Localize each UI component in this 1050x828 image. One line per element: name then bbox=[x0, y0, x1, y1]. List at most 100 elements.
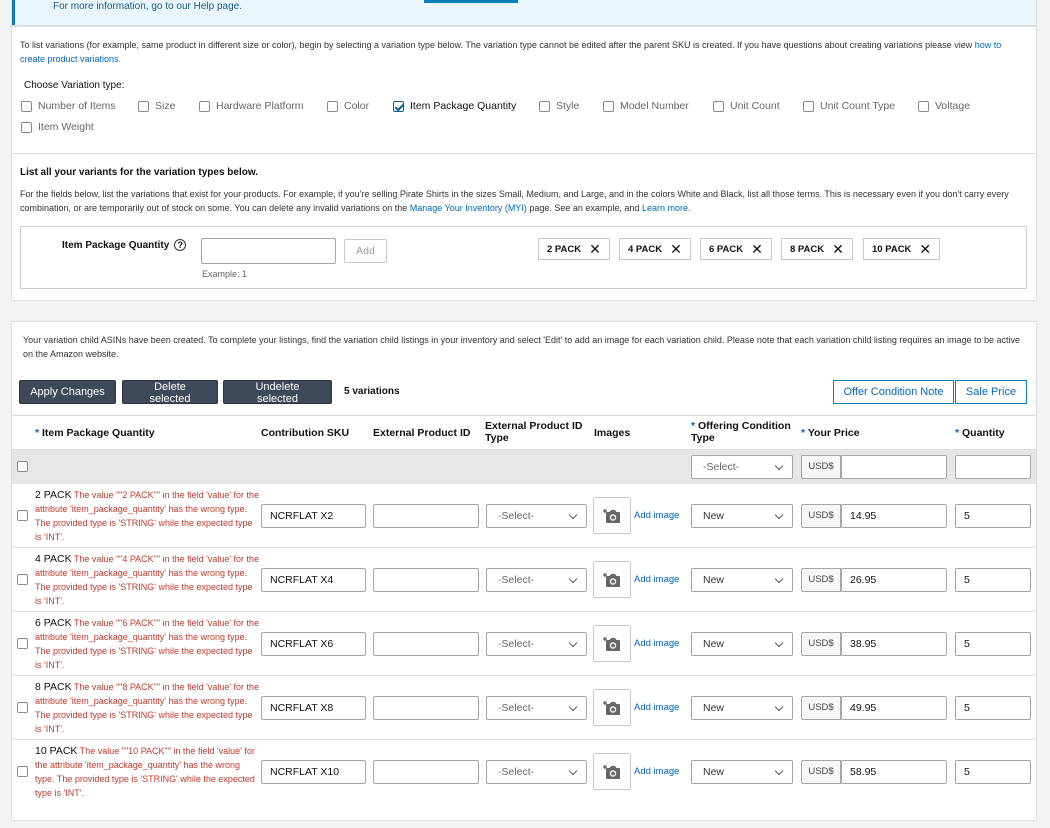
sku-input[interactable]: NCRFLAT X4 bbox=[261, 568, 366, 592]
delete-selected-button[interactable]: Delete selected bbox=[122, 380, 218, 405]
quantity-input[interactable]: 5 bbox=[955, 760, 1031, 784]
variation-type-style[interactable]: Style bbox=[539, 100, 579, 112]
external-id-type-select[interactable]: -Select- bbox=[486, 760, 587, 784]
price-input[interactable]: 58.95 bbox=[841, 760, 947, 784]
variation-type-voltage[interactable]: Voltage bbox=[918, 100, 970, 112]
checkbox[interactable] bbox=[199, 100, 210, 112]
condition-select[interactable]: New bbox=[691, 632, 793, 656]
manage-inventory-link[interactable]: Manage Your Inventory (MYI) bbox=[410, 203, 527, 213]
quantity-input[interactable]: 5 bbox=[955, 696, 1031, 720]
bulk-condition-select[interactable]: -Select- bbox=[691, 455, 793, 479]
checkbox[interactable] bbox=[21, 121, 32, 133]
remove-icon[interactable]: ✕ bbox=[589, 242, 601, 256]
price-input[interactable]: 38.95 bbox=[841, 632, 947, 656]
checkbox[interactable] bbox=[803, 100, 814, 112]
select-all-checkbox[interactable] bbox=[17, 461, 28, 472]
checkbox[interactable] bbox=[918, 100, 929, 112]
variation-type-unit-count-type[interactable]: Unit Count Type bbox=[803, 100, 895, 112]
checkbox[interactable] bbox=[603, 100, 614, 112]
external-id-type-select[interactable]: -Select- bbox=[486, 568, 587, 592]
sale-price-button[interactable]: Sale Price bbox=[955, 380, 1027, 404]
bulk-quantity-input[interactable] bbox=[955, 455, 1031, 479]
variation-intro-text: To list variations (for example, same pr… bbox=[20, 40, 973, 50]
apply-changes-button[interactable]: Apply Changes bbox=[19, 380, 116, 404]
quantity-input[interactable]: 5 bbox=[955, 504, 1031, 528]
add-image-link[interactable]: Add image bbox=[634, 766, 679, 777]
add-image-camera-button[interactable] bbox=[593, 497, 631, 534]
header-your-price[interactable]: * Your Price bbox=[801, 427, 860, 439]
header-contribution-sku[interactable]: Contribution SKU bbox=[261, 427, 349, 439]
condition-select[interactable]: New bbox=[691, 760, 793, 784]
undelete-selected-button[interactable]: Undelete selected bbox=[223, 380, 332, 405]
condition-select[interactable]: New bbox=[691, 504, 793, 528]
row-checkbox[interactable] bbox=[17, 766, 28, 777]
external-product-id-input[interactable] bbox=[373, 504, 479, 528]
external-id-type-select[interactable]: -Select- bbox=[486, 504, 587, 528]
variation-type-model-number[interactable]: Model Number bbox=[603, 100, 689, 112]
help-icon[interactable]: ? bbox=[174, 239, 187, 251]
remove-icon[interactable]: ✕ bbox=[670, 242, 682, 256]
price-input[interactable]: 26.95 bbox=[841, 568, 947, 592]
checkbox-checked[interactable] bbox=[393, 100, 404, 112]
add-image-link[interactable]: Add image bbox=[634, 574, 679, 585]
variation-intro: To list variations (for example, same pr… bbox=[20, 38, 1025, 66]
external-product-id-input[interactable] bbox=[373, 696, 479, 720]
remove-icon[interactable]: ✕ bbox=[832, 242, 844, 256]
remove-icon[interactable]: ✕ bbox=[919, 242, 931, 256]
header-external-product-id-type[interactable]: External Product ID Type bbox=[485, 420, 590, 444]
remove-icon[interactable]: ✕ bbox=[751, 242, 763, 256]
checkbox[interactable] bbox=[539, 100, 550, 112]
header-quantity[interactable]: * Quantity bbox=[955, 427, 1005, 439]
sku-input[interactable]: NCRFLAT X10 bbox=[261, 760, 366, 784]
external-id-type-select[interactable]: -Select- bbox=[486, 696, 587, 720]
row-checkbox[interactable] bbox=[17, 574, 28, 585]
condition-select[interactable]: New bbox=[691, 568, 793, 592]
bulk-price-input[interactable] bbox=[841, 455, 947, 479]
add-image-link[interactable]: Add image bbox=[634, 702, 679, 713]
external-product-id-input[interactable] bbox=[373, 568, 479, 592]
variation-type-item-package-quantity[interactable]: Item Package Quantity bbox=[393, 100, 516, 112]
variant-chip-2-pack: 2 PACK ✕ bbox=[538, 238, 610, 260]
add-image-camera-button[interactable] bbox=[593, 689, 631, 726]
checkbox[interactable] bbox=[713, 100, 724, 112]
price-input[interactable]: 49.95 bbox=[841, 696, 947, 720]
row-checkbox[interactable] bbox=[17, 702, 28, 713]
variation-type-item-weight[interactable]: Item Weight bbox=[21, 121, 94, 133]
add-image-camera-button[interactable] bbox=[593, 561, 631, 598]
add-image-camera-button[interactable] bbox=[593, 625, 631, 662]
sku-input[interactable]: NCRFLAT X6 bbox=[261, 632, 366, 656]
checkbox[interactable] bbox=[21, 100, 32, 112]
checkbox[interactable] bbox=[327, 100, 338, 112]
table-row: 4 PACK The value ""4 PACK"" in the field… bbox=[12, 548, 1036, 612]
variation-type-unit-count[interactable]: Unit Count bbox=[713, 100, 780, 112]
header-external-product-id[interactable]: External Product ID bbox=[373, 427, 470, 439]
add-image-link[interactable]: Add image bbox=[634, 638, 679, 649]
checkbox[interactable] bbox=[138, 100, 149, 112]
offer-condition-note-button[interactable]: Offer Condition Note bbox=[833, 380, 954, 404]
sku-input[interactable]: NCRFLAT X8 bbox=[261, 696, 366, 720]
add-image-link[interactable]: Add image bbox=[634, 510, 679, 521]
add-variant-button[interactable]: Add bbox=[344, 239, 387, 263]
variation-type-size[interactable]: Size bbox=[138, 100, 175, 112]
chevron-down-icon bbox=[774, 766, 784, 776]
item-package-quantity-input[interactable] bbox=[201, 238, 336, 264]
learn-more-link[interactable]: Learn more. bbox=[642, 203, 691, 213]
header-offering-condition-type[interactable]: * Offering Condition Type bbox=[691, 420, 801, 444]
condition-select[interactable]: New bbox=[691, 696, 793, 720]
external-product-id-input[interactable] bbox=[373, 760, 479, 784]
quantity-input[interactable]: 5 bbox=[955, 632, 1031, 656]
external-product-id-input[interactable] bbox=[373, 632, 479, 656]
price-input[interactable]: 14.95 bbox=[841, 504, 947, 528]
variation-type-hardware-platform[interactable]: Hardware Platform bbox=[199, 100, 304, 112]
header-item-package-quantity[interactable]: * Item Package Quantity bbox=[35, 427, 155, 439]
add-image-camera-button[interactable] bbox=[593, 753, 631, 790]
variation-type-color[interactable]: Color bbox=[327, 100, 369, 112]
quantity-input[interactable]: 5 bbox=[955, 568, 1031, 592]
sku-input[interactable]: NCRFLAT X2 bbox=[261, 504, 366, 528]
row-checkbox[interactable] bbox=[17, 638, 28, 649]
variation-type-number-of-items[interactable]: Number of Items bbox=[21, 100, 116, 112]
row-checkbox[interactable] bbox=[17, 510, 28, 521]
info-banner-text: For more information, go to our Help pag… bbox=[53, 1, 242, 12]
list-variants-description: For the fields below, list the variation… bbox=[20, 189, 1009, 213]
external-id-type-select[interactable]: -Select- bbox=[486, 632, 587, 656]
